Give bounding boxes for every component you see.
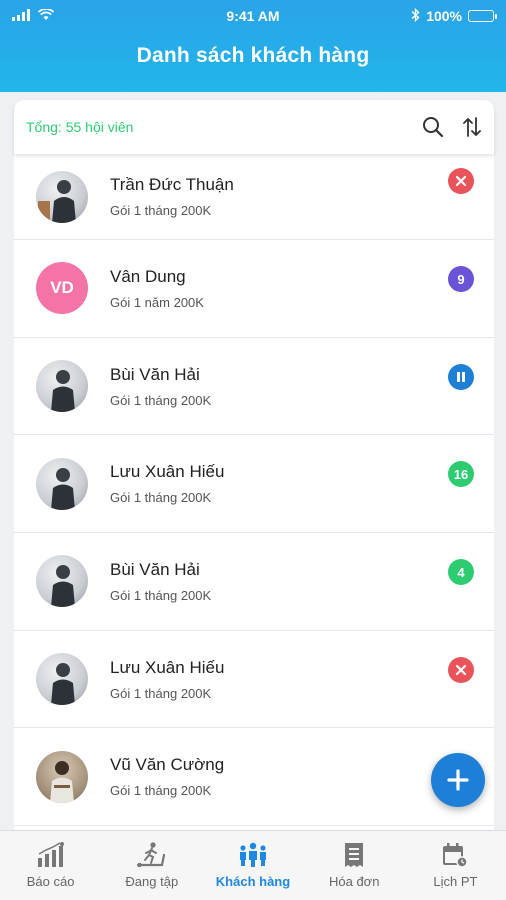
calendar-icon — [441, 842, 469, 868]
avatar — [36, 360, 88, 413]
list-item[interactable]: Lưu Xuân Hiếu Gói 1 tháng 200K 16 — [14, 435, 494, 534]
people-icon — [237, 842, 269, 868]
status-bar: 9:41 AM 100% — [0, 0, 506, 32]
customer-name: Vân Dung — [110, 266, 186, 286]
tab-khach-hang[interactable]: Khách hàng — [202, 831, 303, 900]
avatar — [36, 555, 88, 608]
count-badge[interactable]: 16 — [448, 461, 474, 488]
count-badge[interactable]: 9 — [448, 266, 474, 292]
customer-name: Trần Đức Thuận — [110, 175, 234, 194]
list-item[interactable]: Lưu Xuân Hiếu Gói 1 tháng 200K — [14, 631, 494, 729]
customer-plan: Gói 1 tháng 200K — [110, 587, 212, 603]
customer-list[interactable]: Trần Đức Thuận Gói 1 tháng 200K VD Vân D… — [14, 154, 494, 830]
summary-bar: Tổng: 55 hội viên — [14, 100, 494, 154]
customer-name: Lưu Xuân Hiếu — [110, 657, 225, 677]
customer-plan: Gói 1 tháng 200K — [110, 490, 212, 506]
page-title: Danh sách khách hàng — [136, 44, 370, 67]
avatar — [36, 750, 88, 803]
chart-icon — [36, 842, 66, 868]
avatar — [36, 457, 88, 510]
plus-icon — [447, 769, 469, 791]
list-item[interactable]: Bùi Văn Hải Gói 1 tháng 200K — [14, 338, 494, 436]
count-badge[interactable]: 4 — [448, 559, 474, 586]
tab-hoa-don[interactable]: Hóa đơn — [304, 831, 405, 900]
customer-plan: Gói 1 tháng 200K — [110, 203, 212, 218]
customer-plan: Gói 1 tháng 200K — [110, 392, 212, 408]
tab-label: Đang tập — [125, 874, 179, 889]
customer-name: Bùi Văn Hải — [110, 559, 200, 579]
list-item[interactable]: Bùi Văn Hải Gói 1 tháng 200K 4 — [14, 533, 494, 631]
tab-label: Hóa đơn — [328, 874, 380, 889]
pause-icon[interactable] — [448, 363, 474, 390]
tab-dang-tap[interactable]: Đang tập — [101, 831, 202, 900]
app-header: 9:41 AM 100% Danh sách khách hàng — [0, 0, 506, 92]
avatar — [36, 653, 88, 706]
customer-plan: Gói 1 tháng 200K — [110, 685, 212, 701]
treadmill-icon — [136, 842, 168, 868]
list-item[interactable]: Trần Đức Thuận Gói 1 tháng 200K — [14, 154, 494, 240]
customer-plan: Gói 1 tháng 200K — [110, 783, 212, 799]
add-customer-button[interactable] — [431, 753, 485, 807]
expired-icon[interactable] — [448, 168, 474, 194]
signal-icon — [12, 8, 32, 24]
expired-icon[interactable] — [448, 656, 474, 683]
avatar: VD — [36, 262, 88, 315]
wifi-icon — [37, 8, 55, 24]
battery-icon — [468, 10, 497, 22]
bluetooth-icon — [411, 7, 420, 25]
sort-icon[interactable] — [462, 116, 482, 138]
tab-bao-cao[interactable]: Báo cáo — [0, 831, 101, 900]
customer-plan: Gói 1 năm 200K — [110, 294, 204, 310]
customer-name: Vũ Văn Cường — [110, 755, 225, 775]
bottom-tab-bar: Báo cáo Đang tập Khách hàng Hóa đơn Lịch… — [0, 830, 506, 900]
customer-name: Bùi Văn Hải — [110, 364, 200, 384]
tab-lich-pt[interactable]: Lịch PT — [405, 831, 506, 900]
avatar — [36, 170, 88, 223]
tab-label: Lịch PT — [433, 874, 478, 889]
list-item[interactable]: Vũ Văn Cường Gói 1 tháng 200K — [14, 728, 494, 827]
battery-percent: 100% — [426, 8, 462, 24]
tab-label: Báo cáo — [26, 874, 75, 889]
tab-label: Khách hàng — [215, 874, 291, 889]
search-icon[interactable] — [422, 116, 444, 138]
customer-name: Lưu Xuân Hiếu — [110, 462, 225, 482]
list-item[interactable]: VD Vân Dung Gói 1 năm 200K 9 — [14, 240, 494, 338]
member-count: Tổng: 55 hội viên — [26, 119, 134, 135]
receipt-icon — [341, 842, 367, 868]
